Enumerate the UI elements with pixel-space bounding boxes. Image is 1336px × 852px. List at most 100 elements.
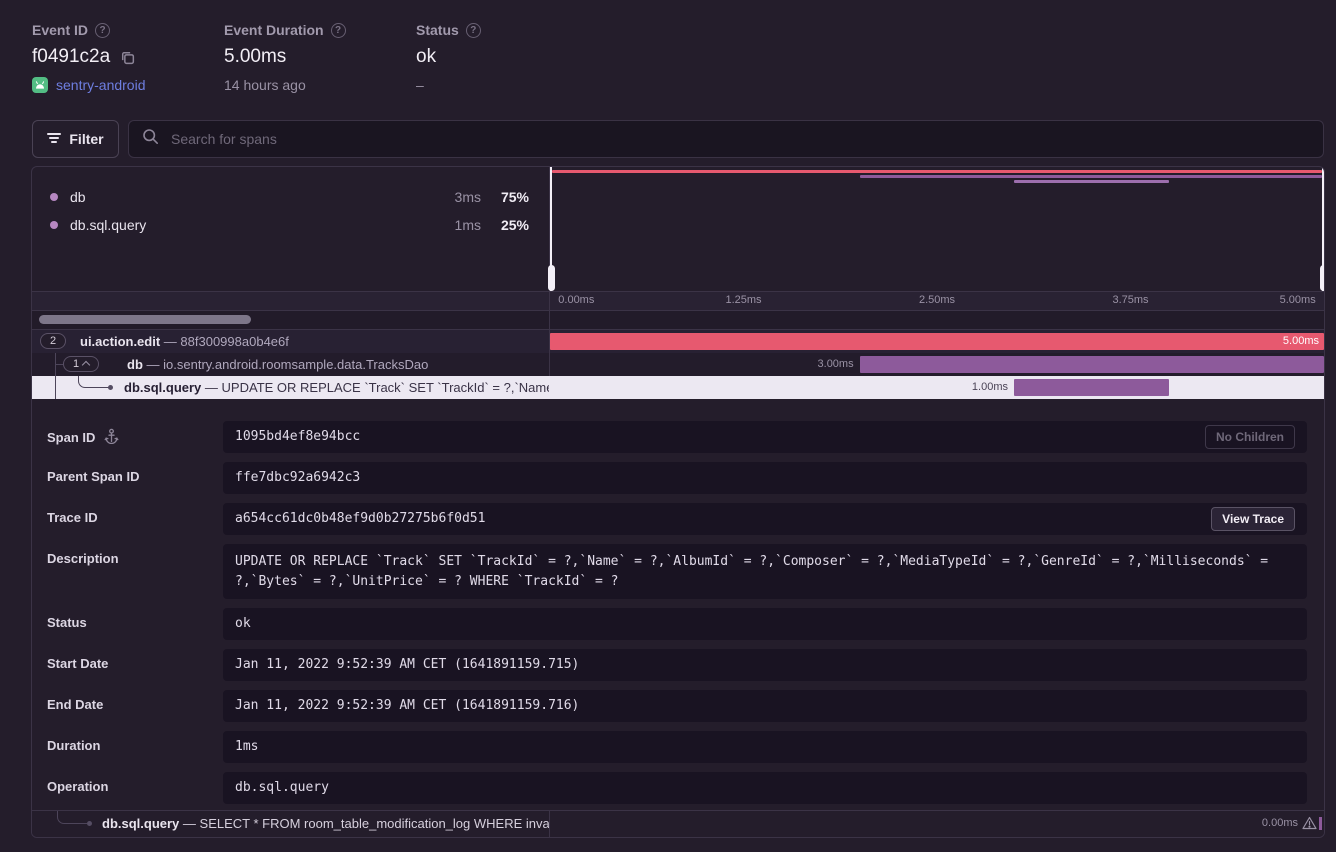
detail-value: Jan 11, 2022 9:52:39 AM CET (1641891159.… <box>235 655 1295 675</box>
trace-view-panel: db 3ms 75% db.sql.query 1ms 25% <box>31 166 1325 838</box>
detail-label: Trace ID <box>47 510 98 525</box>
detail-value: 1095bd4ef8e94bcc <box>235 427 1191 447</box>
span-description: SELECT * FROM room_table_modification_lo… <box>200 816 549 831</box>
detail-label: Description <box>47 551 119 566</box>
detail-row: Start Date Jan 11, 2022 9:52:39 AM CET (… <box>47 649 1307 681</box>
detail-label: Duration <box>47 738 100 753</box>
leaf-dot <box>108 385 113 390</box>
axis-tick-label: 1.25ms <box>725 294 761 306</box>
copy-icon[interactable] <box>119 49 136 66</box>
event-duration-value: 5.00ms <box>224 46 286 68</box>
children-count-pill[interactable]: 1 <box>63 356 99 372</box>
axis-tick-label: 2.50ms <box>919 294 955 306</box>
trace-minimap[interactable] <box>549 167 1324 291</box>
op-color-dot <box>50 193 58 201</box>
detail-label: Operation <box>47 779 108 794</box>
filter-button[interactable]: Filter <box>32 120 119 158</box>
leaf-dot <box>87 821 92 826</box>
separator: — <box>205 380 218 395</box>
span-trace-page: Event ID ? f0491c2a sentry-android <box>0 0 1336 852</box>
span-row-ui-action-edit[interactable]: 2 ui.action.edit — 88f300998a0b4e6f 5.00… <box>32 330 1324 353</box>
op-duration: 1ms <box>429 217 481 233</box>
detail-row: End Date Jan 11, 2022 9:52:39 AM CET (16… <box>47 690 1307 722</box>
status-value: ok <box>416 46 436 68</box>
minimap-span-bar <box>552 170 1321 173</box>
op-percent: 25% <box>481 217 529 233</box>
filter-icon <box>47 131 61 147</box>
status-field: Status ? ok – <box>416 22 481 93</box>
help-icon[interactable]: ? <box>331 23 346 38</box>
detail-row: Description UPDATE OR REPLACE `Track` SE… <box>47 544 1307 599</box>
event-duration-field: Event Duration ? 5.00ms 14 hours ago <box>224 22 346 93</box>
span-duration-label: 3.00ms <box>804 353 854 376</box>
event-id-field: Event ID ? f0491c2a sentry-android <box>32 22 146 93</box>
children-count-pill[interactable]: 2 <box>40 333 66 349</box>
separator: — <box>164 334 177 349</box>
warning-icon <box>1302 816 1317 835</box>
detail-value-box: UPDATE OR REPLACE `Track` SET `TrackId` … <box>223 544 1307 599</box>
tree-scrollbar-track <box>32 311 1324 330</box>
legend-row: db 3ms 75% <box>32 183 549 211</box>
detail-value-box: Jan 11, 2022 9:52:39 AM CET (1641891159.… <box>223 690 1307 722</box>
help-icon[interactable]: ? <box>466 23 481 38</box>
minimap-right-handle[interactable] <box>1322 167 1324 291</box>
op-duration: 3ms <box>429 189 481 205</box>
span-op: db <box>127 357 143 372</box>
axis-tick-label: 0.00ms <box>558 294 594 306</box>
event-id-value: f0491c2a <box>32 46 110 68</box>
detail-value: UPDATE OR REPLACE `Track` SET `TrackId` … <box>235 552 1295 591</box>
detail-value: db.sql.query <box>235 778 1295 798</box>
span-row-db[interactable]: 1 db — io.sentry.android.roomsample.data… <box>32 353 1324 376</box>
detail-row: Duration 1ms <box>47 731 1307 763</box>
event-id-label-row: Event ID ? <box>32 22 146 38</box>
detail-value-box: a654cc61dc0b48ef9d0b27275b6f0d51 View Tr… <box>223 503 1307 535</box>
span-description: io.sentry.android.roomsample.data.Tracks… <box>163 357 428 372</box>
search-icon <box>142 128 159 150</box>
detail-value: a654cc61dc0b48ef9d0b27275b6f0d51 <box>235 509 1197 529</box>
detail-row: Status ok <box>47 608 1307 640</box>
help-icon[interactable]: ? <box>95 23 110 38</box>
span-op: db.sql.query <box>124 380 201 395</box>
event-age: 14 hours ago <box>224 77 306 93</box>
detail-row: Operation db.sql.query <box>47 772 1307 804</box>
detail-label: Parent Span ID <box>47 469 139 484</box>
detail-value-box: db.sql.query <box>223 772 1307 804</box>
minimap-span-bar <box>860 175 1322 178</box>
span-duration-label: 1.00ms <box>958 376 1008 399</box>
op-percent: 75% <box>481 189 529 205</box>
detail-label: Start Date <box>47 656 108 671</box>
project-link[interactable]: sentry-android <box>56 77 146 93</box>
search-input[interactable] <box>169 130 1310 148</box>
chevron-up-icon <box>82 361 90 369</box>
event-id-label: Event ID <box>32 22 88 38</box>
span-duration-bar <box>1014 379 1169 396</box>
anchor-icon[interactable] <box>104 428 119 447</box>
minimap-left-handle[interactable] <box>550 167 552 291</box>
project-platform-icon <box>32 77 48 93</box>
span-search <box>128 120 1324 158</box>
detail-label: Status <box>47 615 87 630</box>
span-duration-bar <box>550 333 1324 350</box>
detail-row: Parent Span ID ffe7dbc92a6942c3 <box>47 462 1307 494</box>
ops-breakdown-legend: db 3ms 75% db.sql.query 1ms 25% <box>32 167 549 291</box>
span-row-db-sql-query-selected[interactable]: db.sql.query — UPDATE OR REPLACE `Track`… <box>32 376 1324 399</box>
detail-label: Span ID <box>47 430 95 445</box>
no-children-badge: No Children <box>1205 425 1295 449</box>
separator: — <box>183 816 196 831</box>
zero-duration-bar <box>1319 817 1322 830</box>
detail-value: ok <box>235 614 1295 634</box>
view-trace-button[interactable]: View Trace <box>1211 507 1295 531</box>
legend-row: db.sql.query 1ms 25% <box>32 211 549 239</box>
detail-row: Trace ID a654cc61dc0b48ef9d0b27275b6f0d5… <box>47 503 1307 535</box>
tree-scrollbar-thumb[interactable] <box>39 315 251 324</box>
span-op: db.sql.query <box>102 816 179 831</box>
event-duration-label: Event Duration <box>224 22 324 38</box>
span-description: UPDATE OR REPLACE `Track` SET `TrackId` … <box>222 380 549 395</box>
span-row-db-sql-query-select[interactable]: db.sql.query — SELECT * FROM room_table_… <box>32 810 1324 837</box>
detail-value-box: 1095bd4ef8e94bcc No Children <box>223 421 1307 453</box>
span-tree: 2 ui.action.edit — 88f300998a0b4e6f 5.00… <box>32 330 1324 399</box>
detail-value: ffe7dbc92a6942c3 <box>235 468 1295 488</box>
span-description: 88f300998a0b4e6f <box>180 334 288 349</box>
detail-value-box: ffe7dbc92a6942c3 <box>223 462 1307 494</box>
span-duration-bar <box>860 356 1324 373</box>
